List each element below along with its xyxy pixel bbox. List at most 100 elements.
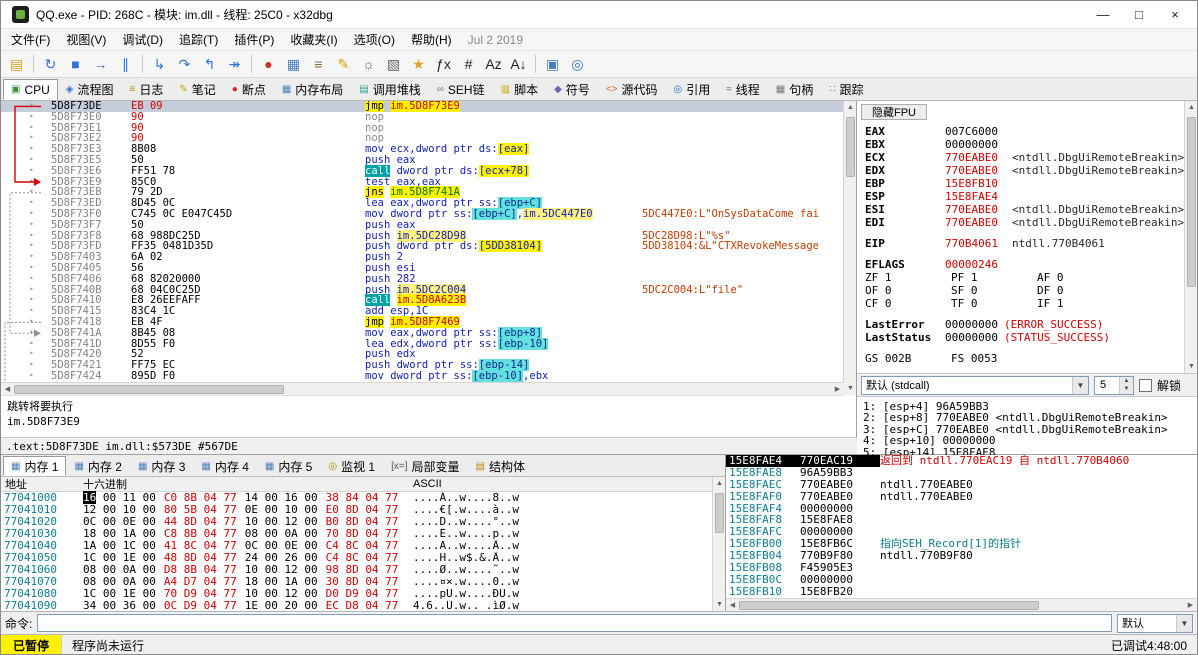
breakpoint-gutter-dot[interactable]: • [1,220,51,231]
sort-az-button[interactable]: A↓ [506,53,531,76]
favourites-button[interactable]: ★ [406,53,431,76]
close-button[interactable]: × [1157,3,1193,27]
disasm-row[interactable]: •5D8F73F0C745 0C E047C45Dmov dword ptr s… [1,209,844,220]
breakpoint-gutter-dot[interactable]: • [1,328,51,339]
breakpoint-gutter-dot[interactable]: • [1,112,51,123]
tab-seh-chain[interactable]: ∞SEH链 [429,79,493,100]
disasm-row[interactable]: •5D8F740556push esi [1,263,844,274]
tab-memory-3[interactable]: ▦内存 3 [130,456,193,476]
tab-memory-4[interactable]: ▦内存 4 [193,456,256,476]
menu-item-2[interactable]: 视图(V) [58,29,114,50]
tab-source[interactable]: <>源代码 [598,79,666,100]
unlock-checkbox[interactable] [1139,379,1152,392]
flag-df[interactable]: DF 0 [1037,284,1123,297]
breakpoint-gutter-dot[interactable]: • [1,187,51,198]
breakpoint-gutter-dot[interactable]: • [1,285,51,296]
disasm-row[interactable]: •5D8F73DEEB 09jmp im.5D8F73E9 [1,101,844,112]
disasm-row[interactable]: •5D8F74036A 02push 2 [1,252,844,263]
memory-map-button[interactable]: ▦ [281,53,306,76]
disasm-vscroll-thumb[interactable] [846,117,855,177]
pause-button[interactable]: ∥ [113,53,138,76]
run-button[interactable]: → [88,53,113,76]
breakpoint-gutter-dot[interactable]: • [1,198,51,209]
breakpoint-gutter-dot[interactable]: • [1,371,51,382]
dump-vertical-scrollbar[interactable]: ▲ ▼ [712,477,725,611]
tab-call-stack[interactable]: ▤调用堆栈 [351,79,428,100]
scroll-right-arrow-icon[interactable]: ▶ [831,383,844,396]
register-line[interactable]: ZF 1PF 1AF 0 [865,271,1181,284]
command-profile-select[interactable]: 默认 ▼ [1117,614,1193,633]
breakpoint-gutter-dot[interactable]: • [1,263,51,274]
flag-zf[interactable]: ZF 1 [865,271,951,284]
register-value[interactable]: 15E8FAE4 [945,190,998,203]
register-line[interactable]: EDI770EABE0<ntdll.DbgUiRemoteBreakin> [865,216,1181,229]
breakpoint-gutter-dot[interactable]: • [1,317,51,328]
tab-graph[interactable]: ◈流程图 [58,79,122,100]
disasm-horizontal-scrollbar[interactable]: ◀ ▶ [1,382,844,395]
menu-item-1[interactable]: 文件(F) [3,29,58,50]
stack-row[interactable]: 15E8FB0C00000000 [726,574,1197,586]
dump-scroll-down-icon[interactable]: ▼ [713,598,726,611]
register-line[interactable]: ECX770EABE0<ntdll.DbgUiRemoteBreakin> [865,151,1181,164]
step-out-button[interactable]: ↰ [197,53,222,76]
dump-row[interactable]: 7704109034 00 36 000C D9 04 771E 00 20 0… [1,600,725,612]
menu-item-5[interactable]: 插件(P) [226,29,282,50]
stack-scroll-left-icon[interactable]: ◀ [726,599,739,612]
tab-threads[interactable]: ≈线程 [718,79,768,100]
open-file-button[interactable]: ▤ [4,53,29,76]
register-value[interactable]: 00000246 [945,258,998,271]
spinner-arrows-icon[interactable]: ▲▼ [1119,377,1133,394]
stack-scroll-right-icon[interactable]: ▶ [1184,599,1197,612]
register-value[interactable]: 00000000 [945,331,998,344]
flag-fs[interactable]: FS 0053 [951,352,1037,365]
register-line[interactable]: OF 0SF 0DF 0 [865,284,1181,297]
disasm-row[interactable]: •5D8F73FDFF35 0481D35Dpush dword ptr ds:… [1,241,844,252]
stack-row[interactable]: 15E8FAE4770EAC19返回到 ntdll.770EAC19 自 ntd… [726,455,1197,467]
tab-handles[interactable]: ▦句柄 [768,79,821,100]
arg-count-spinner[interactable]: 5 ▲▼ [1094,376,1134,395]
register-line[interactable]: EAX007C6000 [865,125,1181,138]
breakpoint-gutter-dot[interactable]: • [1,177,51,188]
breakpoint-gutter-dot[interactable]: • [1,349,51,360]
register-value[interactable]: 00000000 [945,138,998,151]
register-line[interactable]: ESI770EABE0<ntdll.DbgUiRemoteBreakin> [865,203,1181,216]
register-line[interactable]: GS 002BFS 0053 [865,352,1181,365]
stack-row[interactable]: 15E8FAE896A59BB3 [726,467,1197,479]
flag-tf[interactable]: TF 0 [951,297,1037,310]
command-input[interactable] [37,614,1112,632]
register-value[interactable]: 770EABE0 [945,151,998,164]
menu-item-8[interactable]: 帮助(H) [403,29,460,50]
tab-symbols[interactable]: ◆符号 [546,79,598,100]
register-line[interactable]: EBP15E8FB10 [865,177,1181,190]
tab-memory-2[interactable]: ▦内存 2 [66,456,129,476]
register-line[interactable]: LastStatus00000000(STATUS_SUCCESS) [865,331,1181,344]
disasm-row[interactable]: •5D8F740668 82020000push 282 [1,274,844,285]
register-value[interactable]: 15E8FB10 [945,177,998,190]
register-value[interactable]: 007C6000 [945,125,998,138]
log-button[interactable]: ≡ [306,53,331,76]
tab-memory-map[interactable]: ▦内存布局 [274,79,351,100]
dump-scroll-thumb[interactable] [715,493,724,533]
stack-row[interactable]: 15E8FAF400000000 [726,503,1197,515]
execute-till-return-button[interactable]: ↠ [222,53,247,76]
registers-scrollbar[interactable]: ▲ ▼ [1184,101,1197,373]
menu-item-6[interactable]: 收藏夹(I) [282,29,345,50]
scroll-left-arrow-icon[interactable]: ◀ [1,383,14,396]
breakpoint-gutter-dot[interactable]: • [1,133,51,144]
register-value[interactable]: 00000000 [945,318,998,331]
stack-row[interactable]: 15E8FB08F45905E3 [726,562,1197,574]
register-line[interactable]: LastError00000000(ERROR_SUCCESS) [865,318,1181,331]
tab-memory-5[interactable]: ▦内存 5 [257,456,320,476]
case-az-button[interactable]: Az [481,53,506,76]
tab-memory-1[interactable]: ▦内存 1 [3,456,66,476]
disasm-vertical-scrollbar[interactable]: ▲ ▼ [843,101,856,395]
tab-watch-1[interactable]: ◎监视 1 [320,456,383,476]
search-button[interactable]: ◎ [565,53,590,76]
flag-cf[interactable]: CF 0 [865,297,951,310]
step-into-button[interactable]: ↳ [147,53,172,76]
disasm-row[interactable]: •5D8F73E38B08mov ecx,dword ptr ds:[eax] [1,144,844,155]
flag-gs[interactable]: GS 002B [865,352,951,365]
flag-if[interactable]: IF 1 [1037,297,1123,310]
stack-row[interactable]: 15E8FAEC770EABE0ntdll.770EABE0 [726,479,1197,491]
tab-log[interactable]: ≡日志 [122,79,172,100]
